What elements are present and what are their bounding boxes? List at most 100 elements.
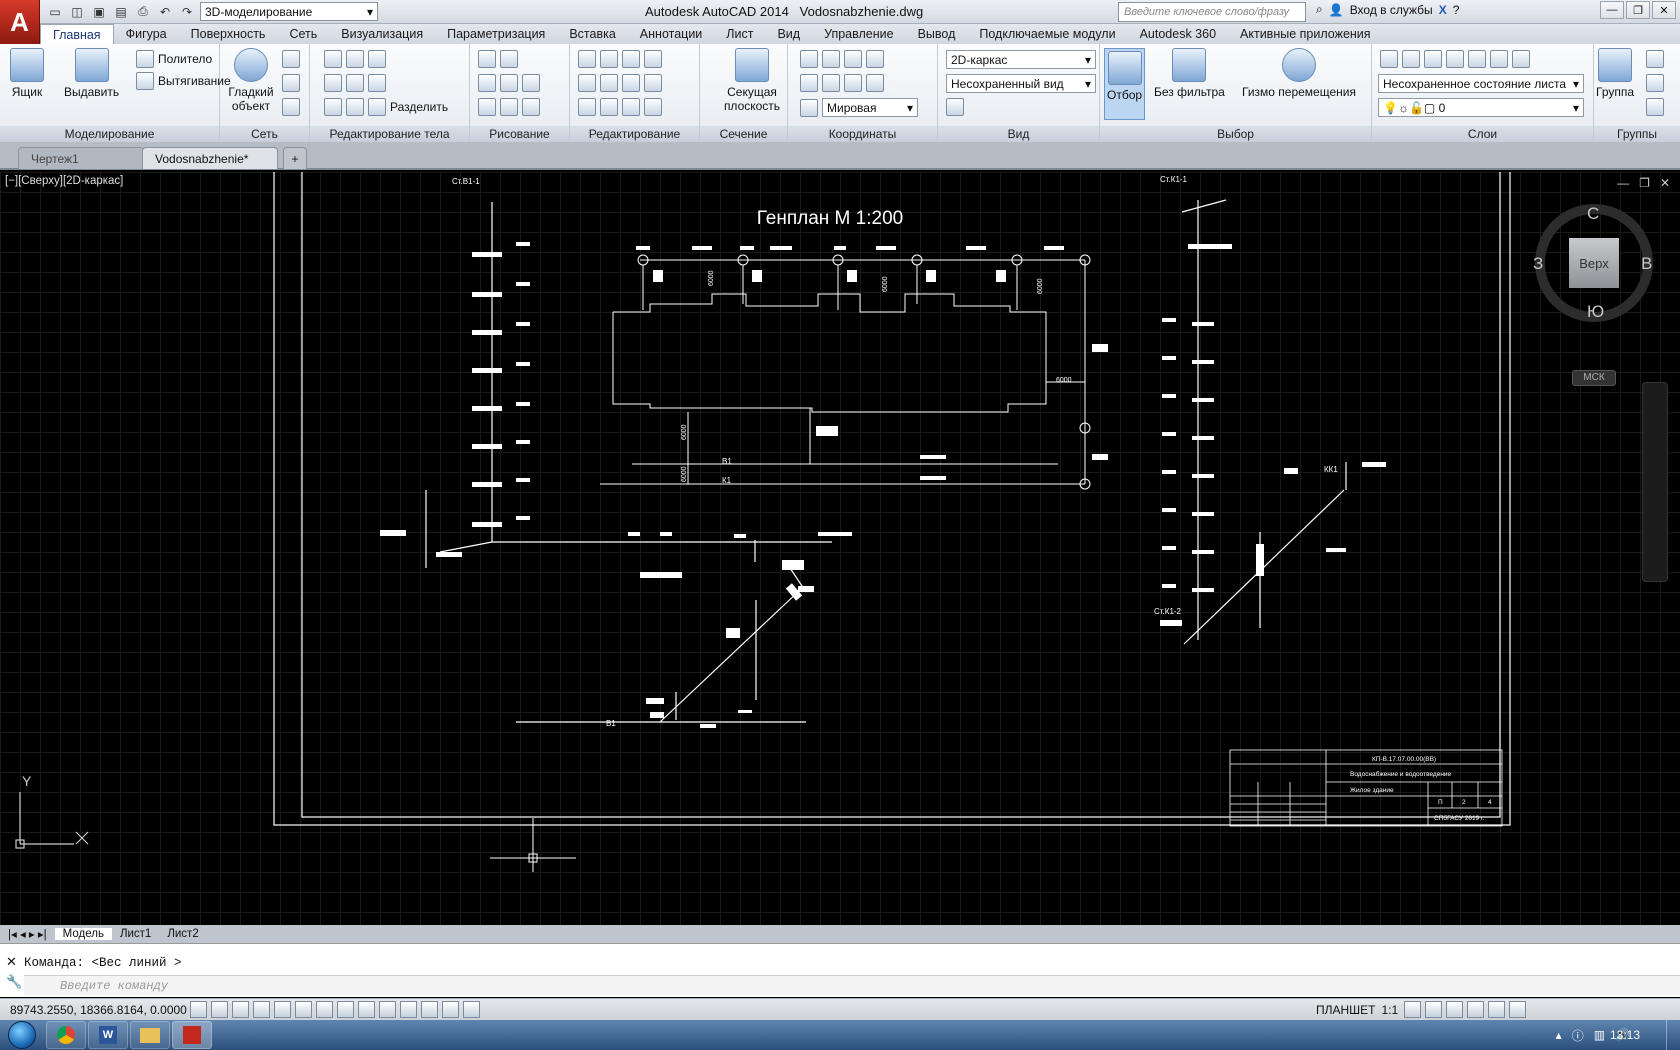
taper-icon[interactable] [368, 74, 386, 92]
workspace-switch-icon[interactable] [1425, 1001, 1443, 1018]
clock[interactable]: 13:13 [1610, 1028, 1640, 1042]
compass-west[interactable]: З [1533, 254, 1543, 274]
mesh-smooth-icon[interactable] [282, 50, 300, 68]
wrench-icon[interactable]: 🔧 [6, 974, 22, 990]
slice-icon[interactable] [346, 74, 364, 92]
imprint-icon[interactable] [346, 98, 364, 116]
layer-freeze-icon[interactable] [1468, 50, 1486, 68]
grid-icon[interactable] [232, 1001, 249, 1018]
taskbar-word[interactable]: W [88, 1021, 128, 1049]
panel-title-modeling[interactable]: Моделирование [0, 126, 219, 142]
otrack-icon[interactable] [337, 1001, 354, 1018]
compass-north[interactable]: С [1587, 204, 1599, 224]
ucs-world-select[interactable]: Мировая ▾ [822, 98, 918, 117]
smooth-object-button[interactable]: Гладкий объект [226, 48, 276, 113]
layout-tab-sheet1[interactable]: Лист1 [112, 928, 159, 940]
viewcube[interactable]: Верх С Ю В З [1533, 204, 1653, 322]
binoculars-icon[interactable]: ⌕ [1316, 2, 1323, 17]
box-button[interactable]: Ящик [10, 48, 44, 99]
exchange-icon[interactable]: X [1439, 3, 1447, 17]
panel-title-coordinates[interactable]: Координаты [788, 126, 937, 142]
trim-icon[interactable] [644, 50, 662, 68]
polar-icon[interactable] [274, 1001, 291, 1018]
separate-icon[interactable] [368, 98, 386, 116]
ucs-icon[interactable] [800, 50, 818, 68]
tab-featured-apps[interactable]: Активные приложения [1228, 24, 1383, 44]
redo-icon[interactable]: ↷ [178, 3, 196, 21]
clean-screen-icon[interactable] [1509, 1001, 1527, 1018]
osnap-icon[interactable] [295, 1001, 312, 1018]
ungroup-icon[interactable] [1646, 50, 1664, 68]
tab-autodesk360[interactable]: Autodesk 360 [1128, 24, 1228, 44]
hardware-accel-icon[interactable] [1467, 1001, 1485, 1018]
ucs-object-icon[interactable] [866, 74, 884, 92]
group-select-icon[interactable] [1646, 98, 1664, 116]
visual-style-select[interactable]: 2D-каркас ▾ [946, 50, 1096, 69]
tab-manage[interactable]: Управление [812, 24, 906, 44]
quick-properties-icon[interactable] [442, 1001, 459, 1018]
isolate-icon[interactable] [1488, 1001, 1506, 1018]
tab-surface[interactable]: Поверхность [179, 24, 278, 44]
spline-icon[interactable] [478, 74, 496, 92]
drawing-canvas[interactable]: Генплан М 1:200 В1 К1 6000 6000 6000 600… [0, 172, 1680, 925]
panel-title-draw[interactable]: Рисование [470, 126, 569, 142]
selection-cycling-icon[interactable] [463, 1001, 480, 1018]
mirror-icon[interactable] [644, 74, 662, 92]
tab-mesh[interactable]: Сеть [277, 24, 329, 44]
tab-solid[interactable]: Фигура [114, 24, 179, 44]
lock-icon[interactable] [1446, 1001, 1464, 1018]
3d-osnap-icon[interactable] [316, 1001, 333, 1018]
command-input[interactable]: Введите команду [24, 975, 1680, 995]
network-icon[interactable]: ▥ [1594, 1028, 1605, 1042]
lineweight-icon[interactable] [400, 1001, 417, 1018]
compass-south[interactable]: Ю [1587, 302, 1604, 322]
panel-title-section[interactable]: Сечение [700, 126, 787, 142]
tab-plugins[interactable]: Подключаемые модули [967, 24, 1127, 44]
rotate-icon[interactable] [600, 74, 618, 92]
arc-icon[interactable] [500, 50, 518, 68]
help-search-input[interactable]: Введите ключевое слово/фразу [1118, 2, 1306, 22]
subtract-icon[interactable] [324, 74, 342, 92]
layout-nav-arrows[interactable]: |◂ ◂ ▸ ▸| [0, 927, 55, 941]
mesh-refine-icon[interactable] [282, 74, 300, 92]
transparency-icon[interactable] [421, 1001, 438, 1018]
layer-off-icon[interactable] [1446, 50, 1464, 68]
section-plane-button[interactable]: Секущая плоскость [720, 48, 784, 113]
annotation-visibility-icon[interactable] [1404, 1001, 1422, 1018]
layer-properties-icon[interactable] [1380, 50, 1398, 68]
move-gizmo-button[interactable]: Гизмо перемещения [1242, 48, 1356, 99]
tab-parametric[interactable]: Параметризация [435, 24, 557, 44]
compass-east[interactable]: В [1641, 254, 1652, 274]
panel-title-solid-edit[interactable]: Редактирование тела [310, 126, 469, 142]
ucs-menu-button[interactable]: МСК [1572, 370, 1616, 386]
navigation-bar[interactable] [1642, 382, 1668, 582]
layer-walk-icon[interactable] [1512, 50, 1530, 68]
annotation-scale[interactable]: 1:1 [1382, 1003, 1399, 1017]
tab-layout[interactable]: Лист [714, 24, 765, 44]
viewport-close-icon[interactable]: ✕ [1660, 176, 1670, 190]
tab-output[interactable]: Вывод [906, 24, 968, 44]
viewport-restore-icon[interactable]: ❐ [1639, 176, 1650, 190]
union-icon[interactable] [324, 50, 342, 68]
circle-icon[interactable] [522, 74, 540, 92]
ucs-named-icon[interactable] [800, 98, 818, 117]
ducs-icon[interactable] [358, 1001, 375, 1018]
move-icon[interactable] [622, 50, 640, 68]
user-icon[interactable]: 👤 [1329, 3, 1344, 17]
presspull-button[interactable]: Вытягивание [136, 72, 231, 90]
ellipse-icon[interactable] [522, 98, 540, 116]
viewcube-top-face[interactable]: Верх [1569, 238, 1619, 288]
tab-annotate[interactable]: Аннотации [628, 24, 714, 44]
panel-title-view[interactable]: Вид [938, 126, 1099, 142]
tab-insert[interactable]: Вставка [557, 24, 627, 44]
shell-icon[interactable] [346, 50, 364, 68]
copy-icon[interactable] [622, 74, 640, 92]
ucs-y-icon[interactable] [822, 74, 840, 92]
no-filter-button[interactable]: Без фильтра [1154, 48, 1225, 99]
offset-icon[interactable] [600, 50, 618, 68]
new-tab-button[interactable]: + [283, 147, 307, 169]
line-icon[interactable] [500, 74, 518, 92]
explode-icon[interactable] [644, 98, 662, 116]
workspace-select[interactable]: 3D-моделирование ▾ [200, 2, 378, 21]
application-menu-button[interactable]: A [0, 0, 40, 44]
